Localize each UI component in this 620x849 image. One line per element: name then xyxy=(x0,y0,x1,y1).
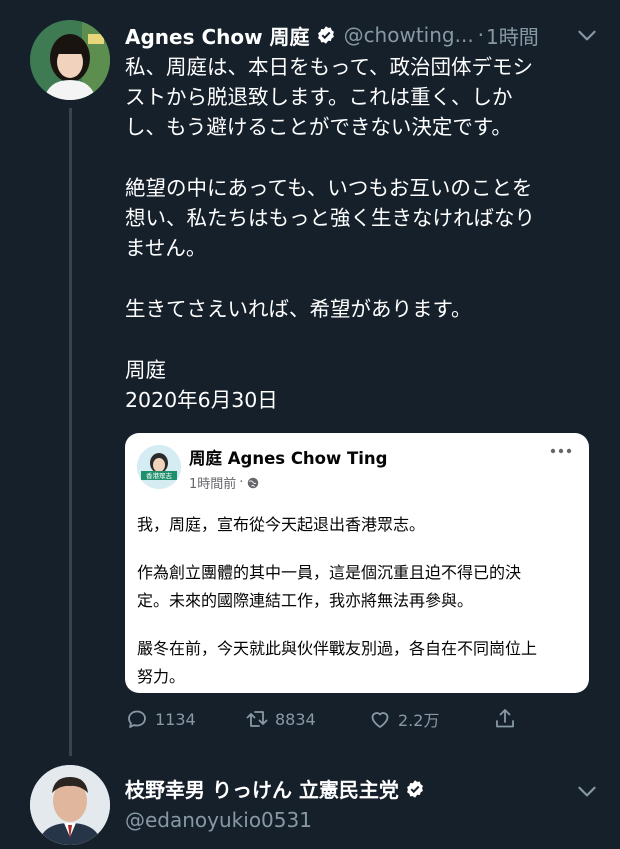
tweet-header: Agnes Chow 周庭 @chowting... · 1時間 xyxy=(125,18,600,52)
display-name[interactable]: 枝野幸男 りっけん 立憲民主党 xyxy=(125,774,399,803)
embedded-avatar-image: 香港眾志 xyxy=(137,445,181,489)
avatar-caption: 香港眾志 xyxy=(146,471,173,480)
tweet-header: 枝野幸男 りっけん 立憲民主党 xyxy=(125,774,600,808)
globe-icon xyxy=(248,477,259,488)
reply-button[interactable]: 1134 xyxy=(125,704,196,734)
tweet-paragraph: 周庭 2020年6月30日 xyxy=(125,358,278,412)
reply-count: 1134 xyxy=(155,709,196,729)
retweet-icon xyxy=(246,711,268,727)
share-icon xyxy=(496,709,514,728)
chevron-down-icon[interactable] xyxy=(574,778,600,804)
tweet-text: 私、周庭は、本日をもって、政治団体デモシ ストから脱退致します。これは重く、しか… xyxy=(125,52,595,415)
embedded-paragraph: 嚴冬在前，今天就此與伙伴戰友別過，各自在不同崗位上 努力。 xyxy=(137,639,538,686)
embedded-post-card[interactable]: 香港眾志 周庭 Agnes Chow Ting 1時間前 · 我，周庭，宣布從今… xyxy=(125,433,589,693)
embedded-post-meta: 1時間前 · xyxy=(189,473,259,492)
tweet-paragraph: 私、周庭は、本日をもって、政治団体デモシ ストから脱退致します。これは重く、しか… xyxy=(125,55,533,139)
more-horizontal-icon[interactable] xyxy=(549,445,573,457)
avatar[interactable] xyxy=(30,20,110,100)
embedded-post-text: 我，周庭，宣布從今天起退出香港眾志。 作為創立團體的其中一員，這是個沉重且迫不得… xyxy=(137,511,577,691)
avatar-photo xyxy=(30,765,110,845)
retweet-count: 8834 xyxy=(275,709,316,729)
chevron-down-icon[interactable] xyxy=(574,22,600,48)
embedded-post-time[interactable]: 1時間前 xyxy=(189,473,236,492)
verified-badge-icon xyxy=(407,779,423,798)
embedded-separator: · xyxy=(239,475,244,490)
handle[interactable]: @edanoyukio0531 xyxy=(125,808,312,832)
share-button[interactable] xyxy=(493,704,523,734)
tweet-time[interactable]: 1時間 xyxy=(486,21,539,50)
tweet-actions: 1134 8834 2.2万 xyxy=(125,704,525,734)
embedded-post-avatar: 香港眾志 xyxy=(137,445,181,489)
avatar-photo xyxy=(30,20,110,100)
like-count: 2.2万 xyxy=(398,711,440,730)
like-icon xyxy=(371,712,389,728)
verified-badge-icon xyxy=(317,26,334,44)
handle[interactable]: @chowting... xyxy=(344,23,474,47)
reply-icon xyxy=(128,710,146,728)
display-name[interactable]: Agnes Chow 周庭 xyxy=(125,21,310,50)
like-button[interactable]: 2.2万 xyxy=(368,704,439,734)
tweet-paragraph: 生きてさえいれば、希望があります。 xyxy=(125,297,472,321)
tweet-paragraph: 絶望の中にあっても、いつもお互いのことを 想い、私たちはもっと強く生きなければな… xyxy=(125,176,535,260)
embedded-paragraph: 我，周庭，宣布從今天起退出香港眾志。 xyxy=(137,515,426,534)
separator-dot: · xyxy=(477,23,485,47)
embedded-paragraph: 作為創立團體的其中一員，這是個沉重且迫不得已的決 定。未來的國際連結工作，我亦將… xyxy=(137,563,522,610)
avatar[interactable] xyxy=(30,765,110,845)
thread-line xyxy=(69,108,72,756)
retweet-button[interactable]: 8834 xyxy=(245,704,316,734)
embedded-post-author[interactable]: 周庭 Agnes Chow Ting xyxy=(189,445,387,469)
